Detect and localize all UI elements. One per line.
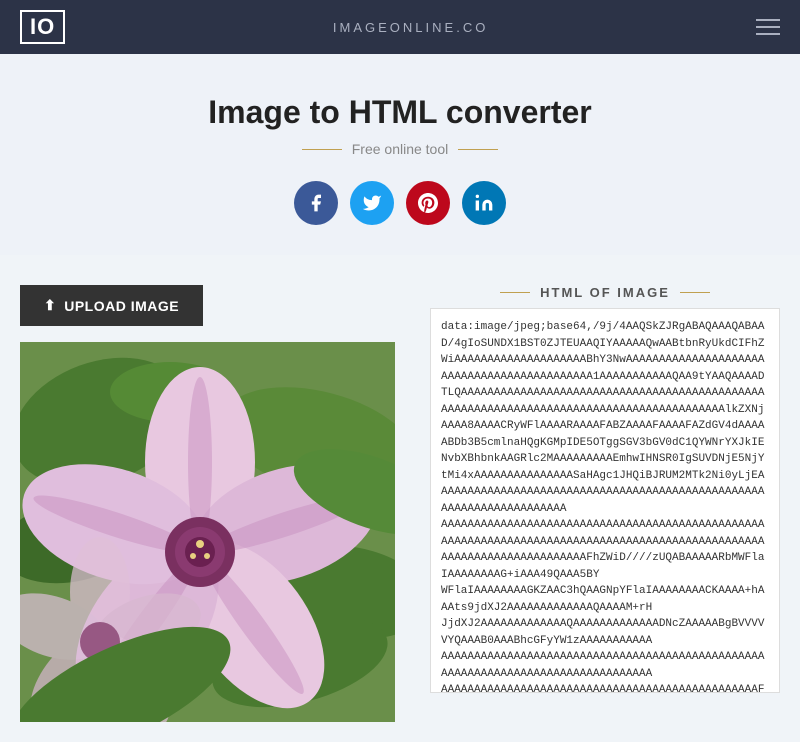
upload-icon: ⬆ [44, 297, 56, 314]
social-icons-container [20, 181, 780, 225]
upload-button[interactable]: ⬆ UPLOAD IMAGE [20, 285, 203, 326]
main-content: ⬆ UPLOAD IMAGE [0, 255, 800, 742]
navbar-brand[interactable]: IO [20, 10, 65, 44]
upload-button-label: UPLOAD IMAGE [64, 298, 179, 314]
menu-bar-3 [756, 33, 780, 35]
right-panel: HTML OF IMAGE data:image/jpeg;base64,/9j… [430, 285, 780, 693]
navbar-site-name: IMAGEONLINE.CO [333, 20, 488, 35]
hero-subtitle: Free online tool [20, 141, 780, 157]
menu-bar-2 [756, 26, 780, 28]
flower-image [20, 342, 395, 722]
linkedin-button[interactable] [462, 181, 506, 225]
facebook-button[interactable] [294, 181, 338, 225]
image-preview-container [20, 342, 395, 722]
pinterest-button[interactable] [406, 181, 450, 225]
navbar: IO IMAGEONLINE.CO [0, 0, 800, 54]
hero-section: Image to HTML converter Free online tool [0, 54, 800, 255]
menu-icon[interactable] [756, 19, 780, 35]
html-output-header: HTML OF IMAGE [430, 285, 780, 300]
twitter-button[interactable] [350, 181, 394, 225]
page-title: Image to HTML converter [20, 94, 780, 131]
html-output-area[interactable]: data:image/jpeg;base64,/9j/4AAQSkZJRgABA… [430, 308, 780, 693]
menu-bar-1 [756, 19, 780, 21]
left-panel: ⬆ UPLOAD IMAGE [20, 285, 410, 722]
